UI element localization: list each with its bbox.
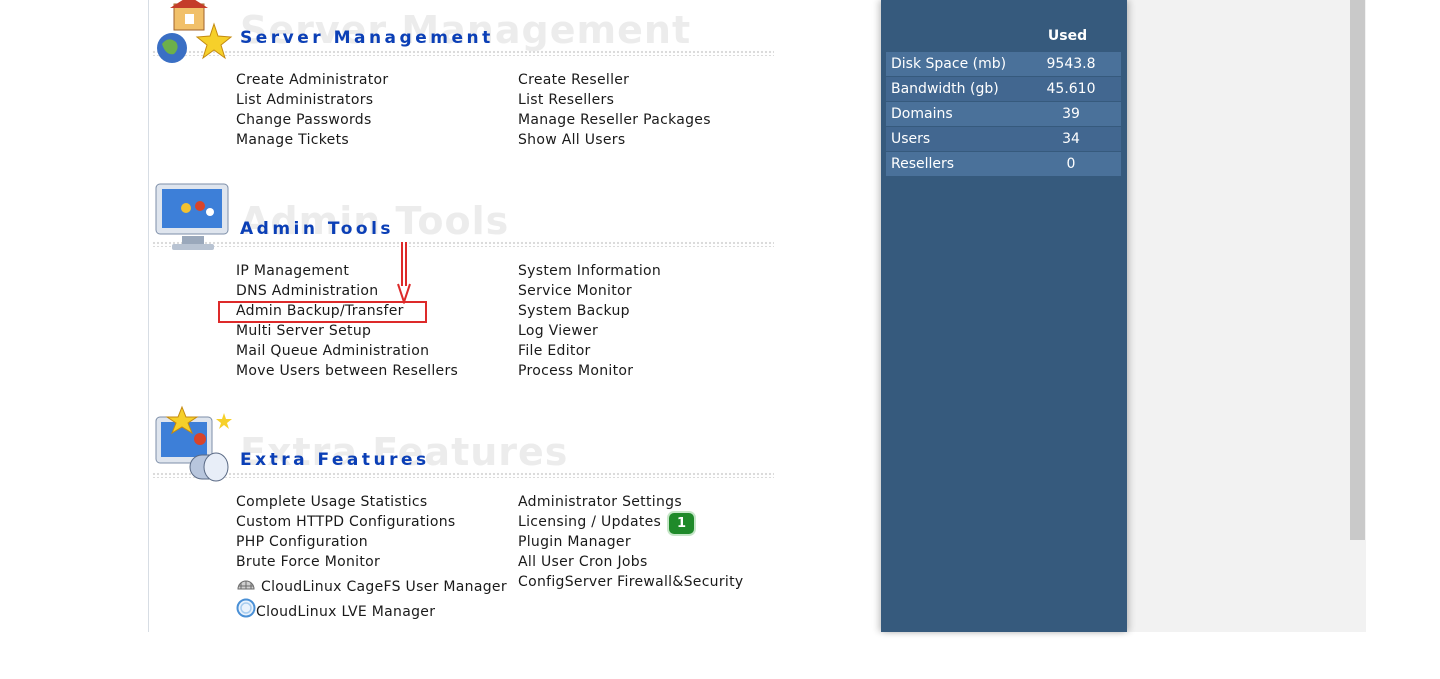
extra-features-icon: [155, 405, 232, 482]
link-list-administrators[interactable]: List Administrators: [236, 92, 373, 108]
stat-value: 45.610: [1046, 81, 1096, 97]
stat-value: 39: [1062, 106, 1080, 122]
stat-row-disk-space: Disk Space (mb) 9543.8: [886, 52, 1121, 76]
link-system-backup[interactable]: System Backup: [518, 303, 630, 319]
link-configserver-firewall-security[interactable]: ConfigServer Firewall&Security: [518, 574, 743, 590]
cagefs-icon: [237, 580, 255, 590]
link-brute-force-monitor[interactable]: Brute Force Monitor: [236, 554, 380, 570]
stat-value: 0: [1066, 156, 1076, 172]
stat-value: 9543.8: [1046, 56, 1096, 72]
right-gutter: [1127, 0, 1366, 632]
admin-tools-icon: [155, 183, 229, 250]
server-management-title: Server Management: [240, 28, 494, 48]
section-divider: [152, 50, 774, 56]
link-all-user-cron-jobs[interactable]: All User Cron Jobs: [518, 554, 648, 570]
link-manage-reseller-packages[interactable]: Manage Reseller Packages: [518, 112, 711, 128]
link-create-reseller[interactable]: Create Reseller: [518, 72, 629, 88]
link-log-viewer[interactable]: Log Viewer: [518, 323, 598, 339]
link-plugin-manager[interactable]: Plugin Manager: [518, 534, 631, 550]
stat-row-domains: Domains 39: [886, 102, 1121, 126]
link-licensing-updates[interactable]: Licensing / Updates: [518, 514, 661, 530]
link-process-monitor[interactable]: Process Monitor: [518, 363, 633, 379]
stat-label: Bandwidth (gb): [891, 81, 999, 97]
stat-row-resellers: Resellers 0: [886, 152, 1121, 176]
stats-table: Disk Space (mb) 9543.8 Bandwidth (gb) 45…: [886, 52, 1121, 177]
link-system-information[interactable]: System Information: [518, 263, 661, 279]
link-php-configuration[interactable]: PHP Configuration: [236, 534, 368, 550]
link-manage-tickets[interactable]: Manage Tickets: [236, 132, 349, 148]
link-administrator-settings[interactable]: Administrator Settings: [518, 494, 682, 510]
link-complete-usage-statistics[interactable]: Complete Usage Statistics: [236, 494, 428, 510]
link-mail-queue-administration[interactable]: Mail Queue Administration: [236, 343, 429, 359]
stat-label: Domains: [891, 106, 953, 122]
link-change-passwords[interactable]: Change Passwords: [236, 112, 372, 128]
link-file-editor[interactable]: File Editor: [518, 343, 591, 359]
link-list-resellers[interactable]: List Resellers: [518, 92, 614, 108]
stat-row-users: Users 34: [886, 127, 1121, 151]
stat-label: Resellers: [891, 156, 955, 172]
link-service-monitor[interactable]: Service Monitor: [518, 283, 632, 299]
link-dns-administration[interactable]: DNS Administration: [236, 283, 378, 299]
lve-icon: [236, 598, 256, 618]
annotation-arrow: [397, 242, 411, 304]
licensing-updates-badge: 1: [669, 513, 694, 534]
stat-label: Users: [891, 131, 931, 147]
link-move-users-between-resellers[interactable]: Move Users between Resellers: [236, 363, 458, 379]
stat-row-bandwidth: Bandwidth (gb) 45.610: [886, 77, 1121, 101]
link-multi-server-setup[interactable]: Multi Server Setup: [236, 323, 371, 339]
link-cloudlinux-cagefs-user-manager[interactable]: CloudLinux CageFS User Manager: [261, 579, 507, 595]
section-divider: [152, 241, 774, 247]
link-cloudlinux-lve-manager[interactable]: CloudLinux LVE Manager: [256, 604, 435, 620]
scrollbar-thumb[interactable]: [1350, 0, 1365, 540]
link-ip-management[interactable]: IP Management: [236, 263, 349, 279]
server-management-icon: [157, 0, 233, 63]
stat-label: Disk Space (mb): [891, 56, 1007, 72]
admin-tools-title: Admin Tools: [240, 219, 395, 239]
link-create-administrator[interactable]: Create Administrator: [236, 72, 388, 88]
link-custom-httpd-configurations[interactable]: Custom HTTPD Configurations: [236, 514, 455, 530]
stats-used-header: Used: [1047, 28, 1088, 44]
annotation-highlight-box: [218, 301, 427, 323]
stat-value: 34: [1062, 131, 1080, 147]
section-divider: [152, 472, 774, 478]
extra-features-title: Extra Features: [240, 450, 430, 470]
link-show-all-users[interactable]: Show All Users: [518, 132, 625, 148]
